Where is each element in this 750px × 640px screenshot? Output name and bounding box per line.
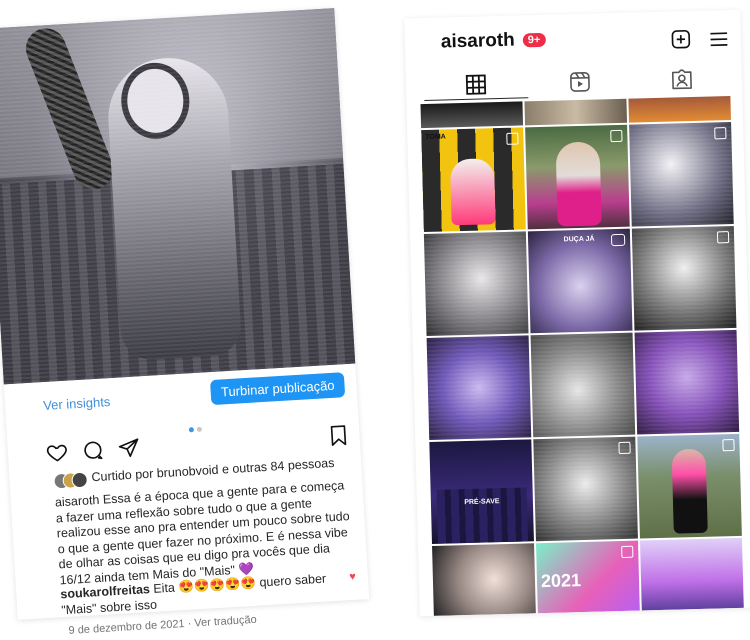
grid-post[interactable] bbox=[634, 329, 740, 435]
liked-by-user[interactable]: brunobvoid bbox=[156, 463, 219, 481]
scanlines bbox=[426, 335, 532, 440]
profile-username[interactable]: aisaroth bbox=[441, 30, 515, 54]
carousel-icon bbox=[714, 127, 727, 140]
tab-reels-icon[interactable] bbox=[568, 70, 593, 95]
grid-post[interactable]: DUÇA JÁ bbox=[527, 228, 633, 334]
grid-post[interactable] bbox=[432, 543, 536, 616]
figure-shape bbox=[671, 448, 708, 534]
liked-by-suffix: e outras 84 pessoas bbox=[218, 455, 335, 477]
city-skyline bbox=[436, 487, 528, 544]
grid-post[interactable] bbox=[530, 332, 636, 438]
figure-shape bbox=[555, 141, 602, 227]
carousel-icon bbox=[722, 439, 735, 452]
grid-post[interactable] bbox=[628, 95, 731, 123]
post-photo[interactable] bbox=[0, 8, 356, 385]
year-label: 2021 bbox=[540, 570, 582, 592]
comment-like-icon[interactable]: ♥ bbox=[349, 571, 356, 583]
boost-post-button[interactable]: Turbinar publicação bbox=[210, 372, 346, 406]
tab-posts-grid-icon[interactable] bbox=[464, 72, 489, 97]
grid-post[interactable] bbox=[631, 225, 737, 331]
see-translation-link[interactable]: Ver tradução bbox=[194, 614, 257, 630]
grid-post[interactable] bbox=[533, 436, 638, 542]
share-icon[interactable] bbox=[117, 436, 140, 459]
grid-post[interactable]: TOMA bbox=[421, 127, 526, 233]
scanlines bbox=[634, 329, 740, 435]
carousel-icon bbox=[610, 129, 623, 143]
caption-username[interactable]: aisaroth bbox=[55, 493, 100, 510]
profile-header: aisaroth 9+ bbox=[404, 10, 741, 67]
carousel-icon bbox=[716, 231, 730, 244]
carousel-dot-active bbox=[188, 427, 195, 433]
figure-shape bbox=[449, 158, 496, 226]
notification-badge[interactable]: 9+ bbox=[522, 32, 546, 48]
view-insights-link[interactable]: Ver insights bbox=[43, 394, 111, 413]
scanlines bbox=[423, 231, 529, 337]
hamburger-menu-icon[interactable] bbox=[709, 30, 729, 49]
grid-post[interactable] bbox=[629, 121, 734, 227]
liked-by-prefix: Curtido por bbox=[91, 466, 158, 485]
grid-post[interactable] bbox=[423, 231, 529, 337]
grid-post[interactable]: 2021 bbox=[536, 540, 640, 614]
comment-icon[interactable] bbox=[81, 439, 104, 462]
photo-scanlines bbox=[0, 8, 356, 385]
scanlines bbox=[530, 332, 636, 438]
tab-tagged-icon[interactable] bbox=[670, 67, 695, 92]
carousel-icon bbox=[618, 441, 631, 455]
create-post-icon[interactable] bbox=[671, 29, 692, 50]
grid-post[interactable] bbox=[426, 335, 532, 440]
caption-text: Essa é a época que a gente para e começa… bbox=[55, 478, 350, 588]
carousel-icon bbox=[621, 545, 634, 558]
liker-avatars bbox=[53, 471, 89, 490]
post-date-row: 9 de dezembro de 2021 · Ver tradução bbox=[68, 614, 257, 637]
grid-post[interactable]: PRÉ-SAVE bbox=[429, 439, 534, 544]
heart-icon[interactable] bbox=[45, 441, 68, 464]
grid-post[interactable] bbox=[525, 124, 630, 230]
save-bookmark-icon[interactable] bbox=[327, 424, 350, 447]
profile-view: aisaroth 9+ TOMA DUÇA JÁ PRÉ-SAVE 2021 bbox=[404, 9, 750, 617]
carousel-icon bbox=[506, 132, 519, 145]
grid-post[interactable] bbox=[524, 98, 628, 126]
post-detail-view: Ver insights Turbinar publicação Curtido… bbox=[0, 8, 370, 637]
carousel-dot bbox=[196, 426, 203, 432]
reel-icon bbox=[610, 233, 626, 247]
grid-post[interactable] bbox=[420, 101, 524, 129]
avatar bbox=[71, 471, 89, 489]
grid-post[interactable] bbox=[637, 433, 742, 539]
post-date: 9 de dezembro de 2021 bbox=[68, 618, 185, 637]
grid-post[interactable] bbox=[639, 537, 744, 611]
